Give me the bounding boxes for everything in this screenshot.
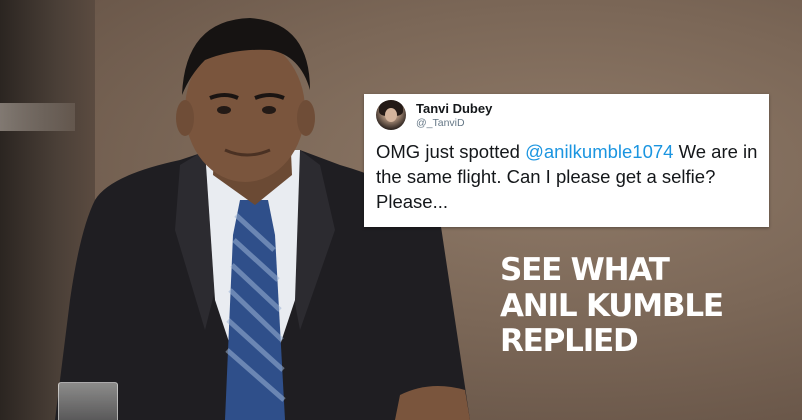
- headline-line-1: SEE WHAT: [500, 252, 670, 288]
- headline-line-3: REPLIED: [500, 323, 639, 359]
- tweet-card: Tanvi Dubey @_TanviD OMG just spotted @a…: [364, 94, 769, 227]
- tweet-text: OMG just spotted @anilkumble1074 We are …: [376, 139, 761, 214]
- tweet-user-handle: @_TanviD: [416, 117, 465, 129]
- headline-line-2: ANIL KUMBLE: [500, 287, 724, 324]
- tweet-user-name: Tanvi Dubey: [416, 101, 493, 116]
- tweet-mention-link[interactable]: @anilkumble1074: [525, 141, 673, 162]
- avatar: [376, 100, 406, 130]
- headline: SEE WHAT ANIL KUMBLE REPLIED: [500, 252, 724, 360]
- water-glass: [58, 382, 118, 420]
- tweet-text-start: OMG just spotted: [376, 141, 526, 162]
